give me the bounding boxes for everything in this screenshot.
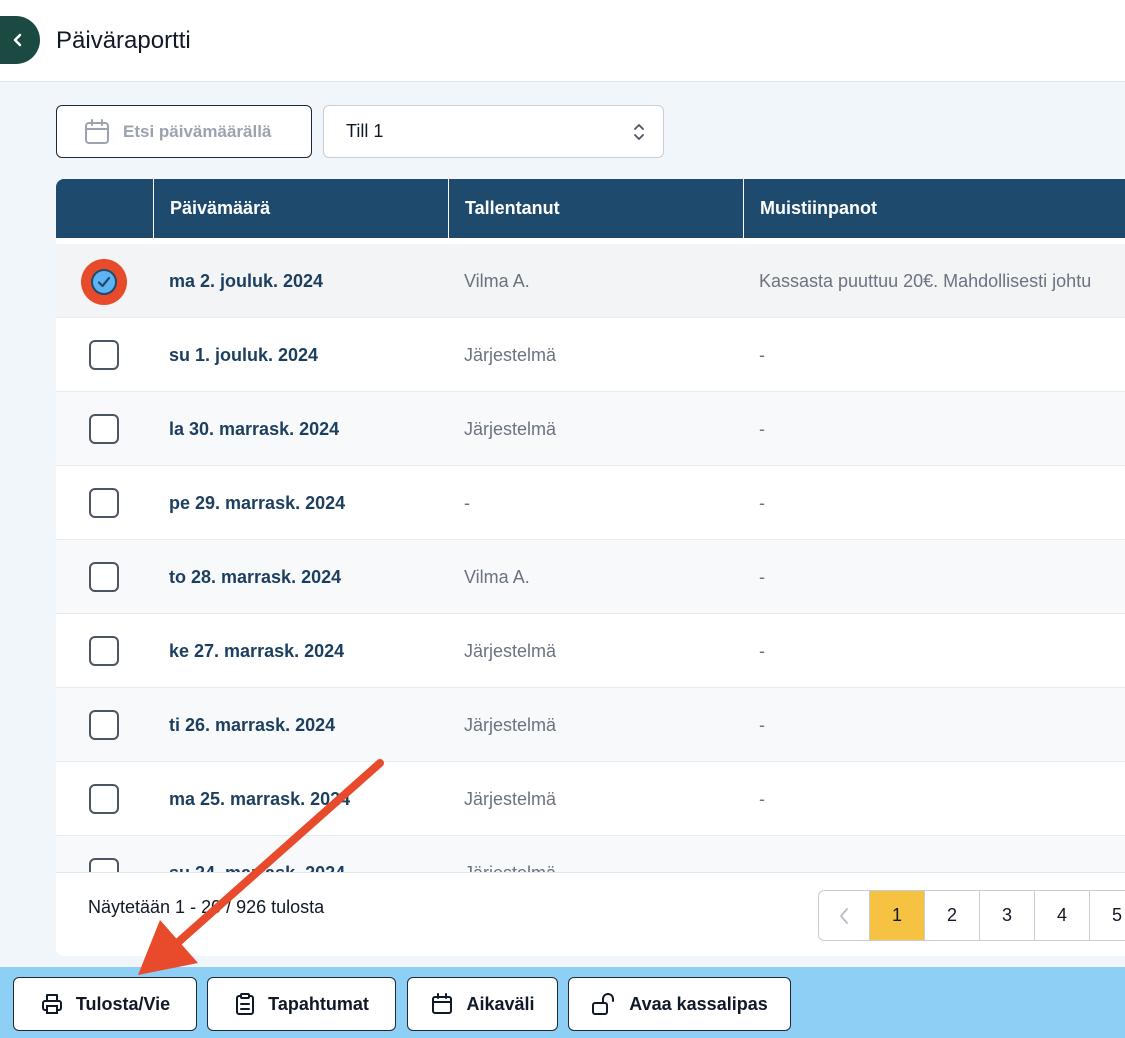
row-recorded-by: - [464,492,470,513]
calendar-icon [85,118,109,144]
row-recorded-by: Vilma A. [464,270,530,291]
row-notes: - [759,418,765,439]
row-recorded-by: Järjestelmä [464,640,557,661]
row-checkbox[interactable] [89,784,119,814]
print-export-label: Tulosta/Vie [75,993,171,1014]
page-button-3[interactable]: 3 [979,891,1034,940]
table-row[interactable]: la 30. marrask. 2024 Järjestelmä - [56,392,1125,466]
row-recorded-by: Vilma A. [464,566,530,587]
row-date[interactable]: ti 26. marrask. 2024 [169,688,335,762]
chevron-left-icon [840,907,848,924]
column-header-notes[interactable]: Muistiinpanot [743,179,1125,238]
till-select-value: Till 1 [346,121,384,141]
table-row[interactable]: ma 25. marrask. 2024 Järjestelmä - [56,762,1125,836]
row-date[interactable]: su 1. jouluk. 2024 [169,318,318,392]
page-button-2[interactable]: 2 [924,891,979,940]
page-button-5[interactable]: 5 [1089,891,1125,940]
open-cash-drawer-button[interactable]: Avaa kassalipas [568,977,791,1031]
row-date[interactable]: ma 25. marrask. 2024 [169,762,350,836]
back-button[interactable] [0,16,40,64]
results-count: Näytetään 1 - 20 / 926 tulosta [88,897,325,917]
table-row[interactable]: su 24. marrask. 2024 Järjestelmä - [56,836,1125,872]
date-search-label: Etsi päivämäärällä [123,121,272,141]
open-cash-drawer-label: Avaa kassalipas [629,993,768,1014]
row-notes: - [759,836,765,873]
page-title: Päiväraportti [56,27,191,54]
row-checkbox[interactable] [89,636,119,666]
date-range-button[interactable]: Aikaväli [407,977,558,1031]
row-checkbox-checked[interactable] [81,259,127,305]
row-notes: - [759,566,765,587]
row-checkbox[interactable] [89,340,119,370]
column-header-date[interactable]: Päivämäärä [153,179,448,238]
row-notes: Kassasta puuttuu 20€. Mahdollisesti joht… [759,270,1092,291]
unlock-icon [592,993,615,1015]
table-row[interactable]: ke 27. marrask. 2024 Järjestelmä - [56,614,1125,688]
date-search-button[interactable]: Etsi päivämäärällä [56,105,312,158]
row-recorded-by: Järjestelmä [464,344,557,365]
table-footer: Näytetään 1 - 20 / 926 tulosta 1 2 3 4 5 [56,872,1125,956]
table-row[interactable]: to 28. marrask. 2024 Vilma A. - [56,540,1125,614]
row-recorded-by: Järjestelmä [464,418,557,439]
clipboard-list-icon [236,993,255,1015]
row-checkbox[interactable] [89,414,119,444]
chevron-up-down-icon [634,124,644,140]
row-notes: - [759,714,765,735]
daily-report-table: Päivämäärä Tallentanut Muistiinpanot ma … [56,179,1125,956]
date-range-label: Aikaväli [466,993,535,1014]
row-date[interactable]: la 30. marrask. 2024 [169,392,339,466]
row-notes: - [759,492,765,513]
table-row[interactable]: su 1. jouluk. 2024 Järjestelmä - [56,318,1125,392]
row-date[interactable]: ke 27. marrask. 2024 [169,614,344,688]
chevron-left-icon [13,33,22,47]
column-header-recorded-by[interactable]: Tallentanut [448,179,743,238]
row-date[interactable]: to 28. marrask. 2024 [169,540,341,614]
top-bar: Päiväraportti [0,0,1125,82]
table-row[interactable]: ti 26. marrask. 2024 Järjestelmä - [56,688,1125,762]
pagination: 1 2 3 4 5 [818,890,1125,941]
checkmark-icon [97,276,111,288]
page-button-4[interactable]: 4 [1034,891,1089,940]
row-notes: - [759,344,765,365]
table-body: ma 2. jouluk. 2024 Vilma A. Kassasta puu… [56,244,1125,872]
row-checkbox[interactable] [89,858,119,872]
row-notes: - [759,640,765,661]
page-button-1[interactable]: 1 [869,891,924,940]
events-button[interactable]: Tapahtumat [207,977,396,1031]
print-export-button[interactable]: Tulosta/Vie [13,977,197,1031]
calendar-icon [432,993,453,1014]
row-date[interactable]: su 24. marrask. 2024 [169,836,345,873]
row-date[interactable]: pe 29. marrask. 2024 [169,466,345,540]
table-header: Päivämäärä Tallentanut Muistiinpanot [56,179,1125,238]
row-date[interactable]: ma 2. jouluk. 2024 [169,244,323,318]
row-recorded-by: Järjestelmä [464,836,556,873]
row-checkbox[interactable] [89,562,119,592]
printer-icon [41,994,62,1014]
events-label: Tapahtumat [268,993,369,1014]
till-select[interactable]: Till 1 [323,105,664,158]
pagination-prev-button[interactable] [819,891,869,940]
row-recorded-by: Järjestelmä [464,788,557,809]
table-row[interactable]: pe 29. marrask. 2024 - - [56,466,1125,540]
row-notes: - [759,788,765,809]
row-checkbox[interactable] [89,488,119,518]
row-recorded-by: Järjestelmä [464,714,557,735]
action-bar: Tulosta/Vie Tapahtumat Aikaväli Avaa kas… [0,967,1125,1038]
row-checkbox[interactable] [89,710,119,740]
table-row[interactable]: ma 2. jouluk. 2024 Vilma A. Kassasta puu… [56,244,1125,318]
